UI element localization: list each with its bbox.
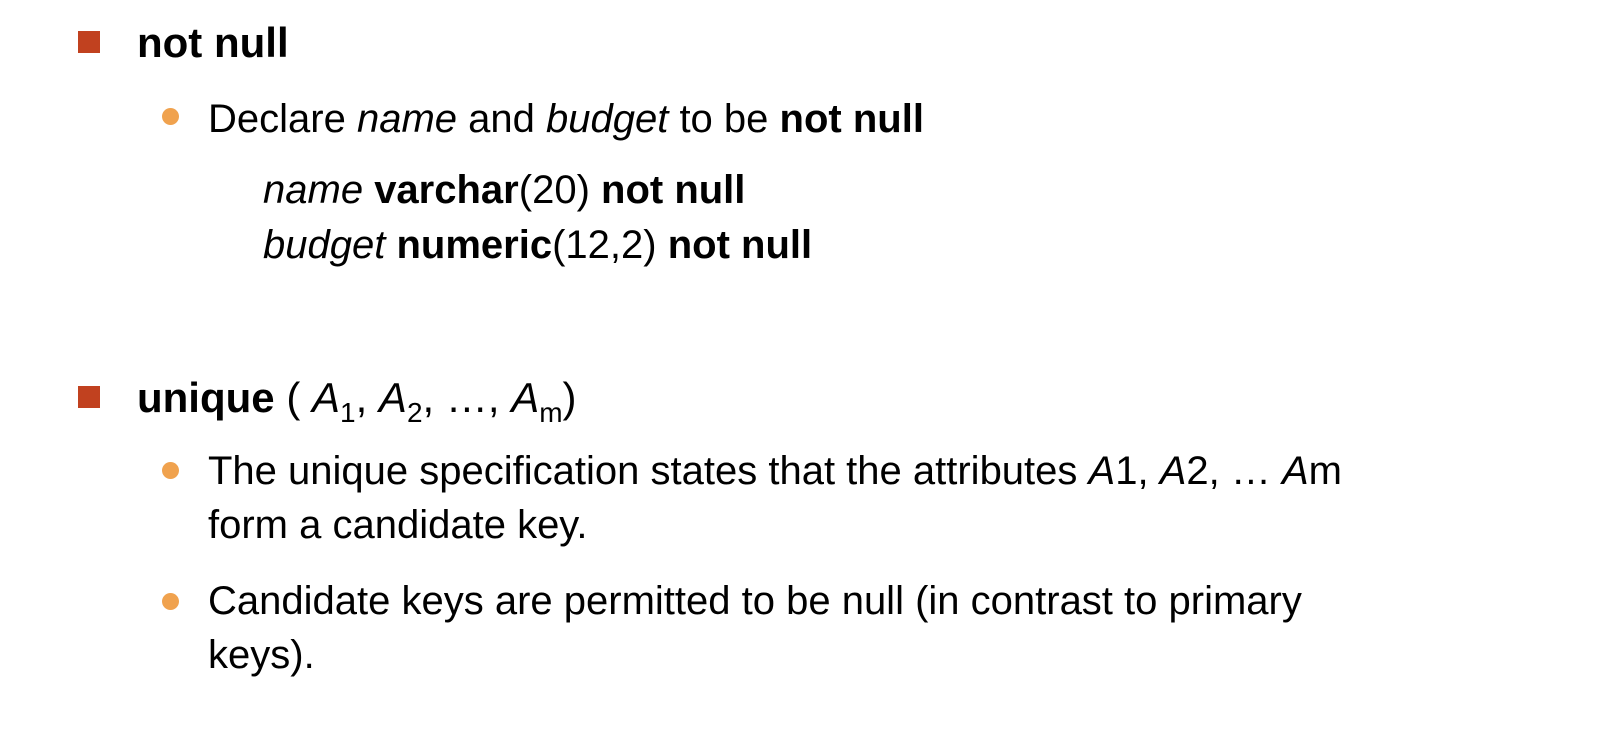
text: , xyxy=(355,374,379,421)
text: name xyxy=(356,97,458,141)
bullet-unique-spec: The unique specification states that the… xyxy=(208,444,1342,498)
text: not null xyxy=(667,223,813,267)
text: 1 xyxy=(340,397,356,428)
text: not null xyxy=(601,168,746,212)
text: and xyxy=(457,97,546,141)
text: A xyxy=(378,374,407,421)
text: , …, xyxy=(422,374,512,421)
text: numeric xyxy=(396,223,553,267)
text: budget xyxy=(263,223,386,267)
text: varchar xyxy=(374,168,519,212)
text: 2 xyxy=(406,397,423,428)
text: 2, … xyxy=(1186,449,1282,493)
text: (12,2) xyxy=(552,223,657,267)
bullet-declare: Declare name and budget to be not null xyxy=(208,92,924,146)
text: A xyxy=(511,374,540,421)
bullet-candidate-keys-line2: keys). xyxy=(208,633,315,677)
text: (20) xyxy=(518,168,590,212)
text: A xyxy=(311,374,340,421)
code-line-budget: budget numeric(12,2) not null xyxy=(263,218,812,272)
bullet-unique-spec-line2: form a candidate key. xyxy=(208,503,588,547)
heading-text: not null xyxy=(137,19,289,66)
round-bullet-icon xyxy=(162,108,179,125)
bullet-candidate-keys: Candidate keys are permitted to be null … xyxy=(208,579,1302,623)
square-bullet-icon xyxy=(78,386,100,408)
round-bullet-icon xyxy=(162,462,179,479)
text: m xyxy=(539,397,563,428)
text: to be xyxy=(668,97,780,141)
text: A xyxy=(1088,449,1116,493)
text: The unique specification states that the… xyxy=(208,449,1089,493)
text: name xyxy=(263,168,364,212)
text: unique xyxy=(137,374,275,421)
text: Declare xyxy=(208,97,357,141)
text: A xyxy=(1281,449,1309,493)
text: ) xyxy=(562,374,577,421)
text: ( xyxy=(274,374,312,421)
section-heading-unique: unique ( A1, A2, …, Am) xyxy=(137,371,577,428)
section-heading-not-null: not null xyxy=(137,16,289,70)
square-bullet-icon xyxy=(78,31,100,53)
text: A xyxy=(1159,449,1187,493)
code-line-name: name varchar(20) not null xyxy=(263,163,745,217)
text: budget xyxy=(545,97,669,141)
text: 1, xyxy=(1115,449,1160,493)
text: m xyxy=(1308,449,1342,493)
text: not null xyxy=(779,97,924,141)
round-bullet-icon xyxy=(162,593,179,610)
